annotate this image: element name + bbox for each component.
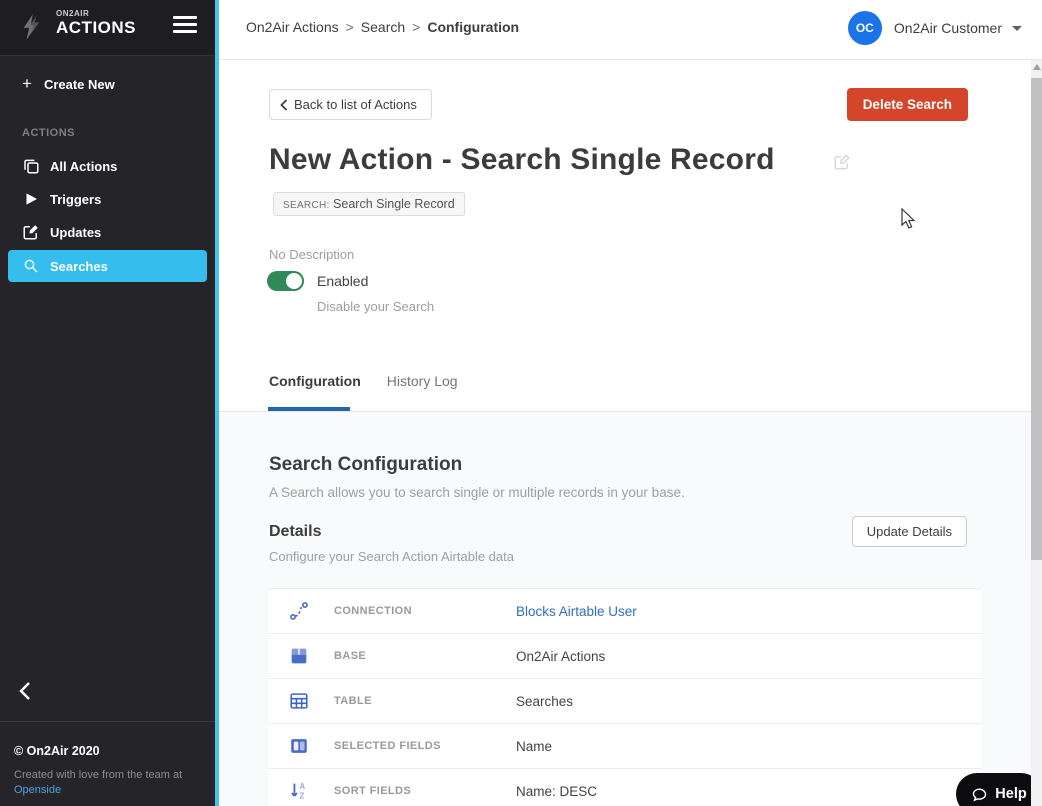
table-row-selected-fields: SELECTED FIELDS Name (268, 724, 981, 769)
breadcrumb-separator: > (412, 19, 421, 35)
tab-bar: Configuration History Log (269, 373, 484, 406)
back-button-label: Back to list of Actions (294, 97, 417, 112)
user-name: On2Air Customer (893, 20, 1002, 36)
update-details-button[interactable]: Update Details (851, 516, 967, 547)
sidebar-item-searches[interactable]: Searches (8, 250, 207, 282)
scrollbar-thumb[interactable] (1031, 78, 1042, 560)
plus-icon: + (22, 74, 32, 93)
connection-icon (290, 602, 308, 620)
row-value: On2Air Actions (516, 648, 606, 664)
details-subtitle: Configure your Search Action Airtable da… (269, 549, 514, 564)
credit-text: Created with love from the team at Opens… (14, 768, 194, 798)
svg-text:A: A (299, 782, 305, 791)
sidebar-item-label: Triggers (50, 191, 102, 207)
chat-bubble-icon (973, 787, 987, 801)
sidebar-footer-divider (0, 721, 215, 722)
create-new-button[interactable]: + Create New (10, 70, 205, 98)
table-row-sort-fields: A Z SORT FIELDS Name: DESC (268, 769, 981, 806)
topbar: On2Air Actions > Search > Configuration OC O… (219, 0, 1042, 60)
enabled-toggle-row: Enabled (267, 271, 368, 291)
row-value: Name: DESC (516, 783, 598, 799)
row-value: Searches (516, 693, 574, 709)
sidebar: ON2AIR ACTIONS + Create New ACTIONS All … (0, 0, 215, 806)
updates-icon (23, 225, 38, 240)
sidebar-item-label: Updates (50, 224, 102, 240)
toggle-knob (286, 273, 302, 289)
section-subtitle: A Search allows you to search single or … (269, 485, 685, 500)
all-actions-icon (24, 159, 39, 174)
selected-fields-icon (291, 739, 307, 753)
help-button[interactable]: Help (956, 773, 1042, 806)
collapse-sidebar-icon[interactable] (14, 678, 38, 704)
action-type-badge: SEARCH: Search Single Record (273, 192, 465, 216)
table-icon (290, 693, 308, 709)
delete-search-button[interactable]: Delete Search (846, 88, 968, 121)
row-value-link[interactable]: Blocks Airtable User (516, 604, 637, 619)
breadcrumb-item-current: Configuration (427, 19, 520, 35)
sidebar-item-all-actions[interactable]: All Actions (8, 150, 207, 182)
brand-logo: ON2AIR ACTIONS (56, 9, 136, 38)
base-icon (291, 648, 307, 664)
tab-configuration[interactable]: Configuration (269, 373, 361, 406)
scrollbar[interactable] (1031, 60, 1042, 806)
row-label: CONNECTION (334, 605, 412, 617)
actions-section-label: ACTIONS (22, 127, 75, 139)
row-value: Name (516, 738, 553, 754)
breadcrumb-item[interactable]: On2Air Actions (246, 19, 339, 35)
details-title: Details (269, 523, 322, 540)
configuration-panel: Search Configuration A Search allows you… (219, 412, 1031, 806)
triggers-icon (26, 193, 37, 205)
brand-name-bottom: ACTIONS (56, 18, 136, 37)
tab-history-log[interactable]: History Log (387, 373, 458, 406)
searches-icon (24, 259, 38, 273)
sidebar-item-label: Searches (50, 258, 108, 274)
toggle-label: Enabled (317, 273, 369, 289)
breadcrumb-item[interactable]: Search (361, 19, 405, 35)
credit-line: Created with love from the team at (14, 769, 183, 781)
openside-link[interactable]: Openside (14, 784, 61, 796)
badge-value: Search Single Record (333, 197, 455, 211)
breadcrumb-separator: > (345, 19, 354, 35)
row-label: SELECTED FIELDS (334, 740, 441, 752)
table-row-base: BASE On2Air Actions (268, 634, 981, 679)
sort-fields-icon: A Z (291, 782, 305, 800)
main-content: Back to list of Actions Delete Search Ne… (219, 61, 1031, 806)
sidebar-item-label: All Actions (50, 158, 118, 174)
user-menu[interactable]: OC On2Air Customer (847, 11, 1022, 45)
breadcrumb: On2Air Actions > Search > Configuration (246, 19, 519, 35)
avatar[interactable]: OC (847, 11, 882, 45)
toggle-hint: Disable your Search (317, 299, 435, 314)
hamburger-menu-icon[interactable] (173, 16, 197, 38)
row-label: SORT FIELDS (334, 785, 412, 797)
sidebar-item-triggers[interactable]: Triggers (8, 183, 207, 215)
brand-name-top: ON2AIR (56, 9, 90, 18)
scroll-up-arrow-icon[interactable] (1033, 64, 1041, 70)
row-label: TABLE (334, 695, 372, 707)
chevron-left-icon (280, 98, 288, 111)
help-label: Help (995, 786, 1027, 802)
description-text: No Description (269, 247, 355, 262)
enabled-toggle[interactable] (267, 271, 304, 291)
row-label: BASE (334, 650, 367, 662)
chevron-down-icon (1012, 25, 1022, 31)
sidebar-item-updates[interactable]: Updates (8, 216, 207, 248)
brand-bolt-icon (23, 14, 40, 40)
sidebar-header: ON2AIR ACTIONS (0, 0, 215, 56)
create-new-label: Create New (43, 76, 115, 92)
section-title: Search Configuration (269, 454, 463, 475)
table-row-connection: CONNECTION Blocks Airtable User (268, 589, 981, 634)
copyright-text: © On2Air 2020 (14, 744, 100, 758)
svg-text:Z: Z (299, 791, 304, 800)
badge-prefix: SEARCH: (283, 200, 330, 211)
table-row-table: TABLE Searches (268, 679, 981, 724)
edit-title-icon[interactable] (833, 153, 851, 171)
page-title: New Action - Search Single Record (269, 143, 775, 176)
details-table: CONNECTION Blocks Airtable User BASE On2… (268, 588, 981, 806)
app-window: ON2AIR ACTIONS + Create New ACTIONS All … (0, 0, 1042, 806)
back-button[interactable]: Back to list of Actions (269, 89, 432, 120)
